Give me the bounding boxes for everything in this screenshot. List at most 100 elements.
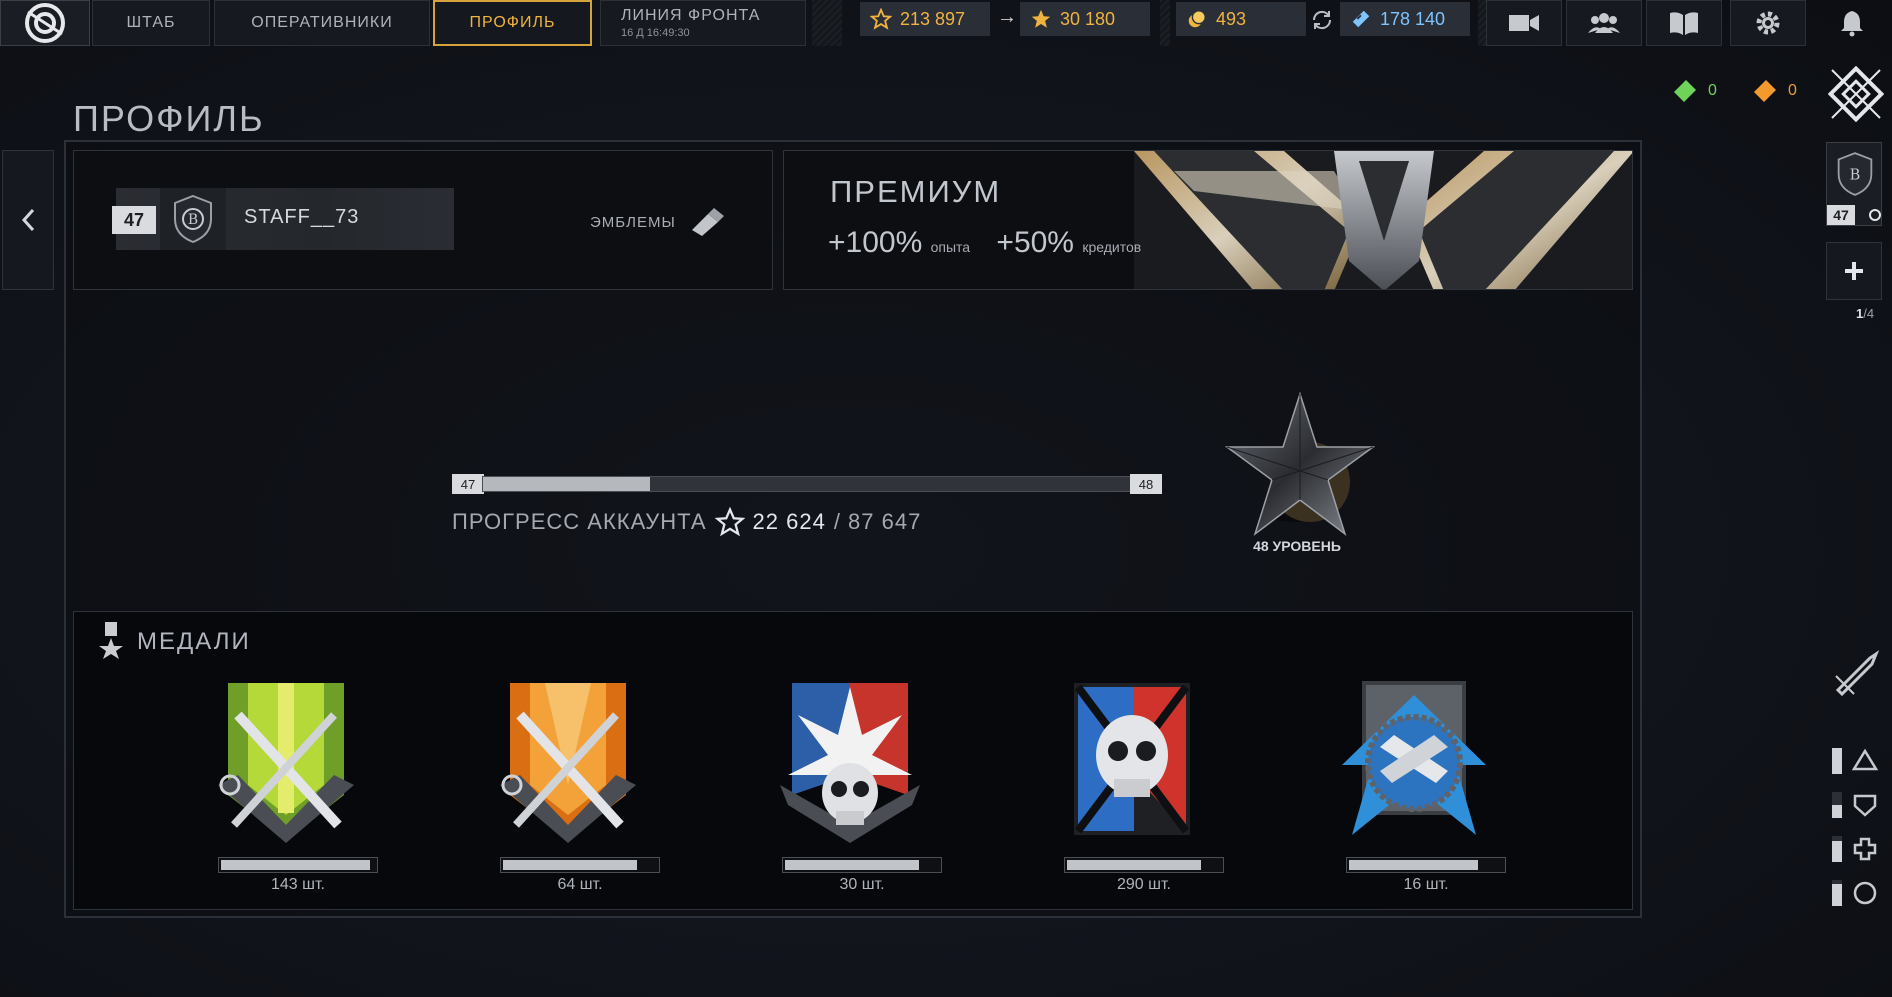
- tab-hq-label: ШТАБ: [126, 14, 176, 31]
- top-bar: ШТАБ ОПЕРАТИВНИКИ ПРОФИЛЬ ЛИНИЯ ФРОНТА 1…: [0, 0, 1892, 46]
- green-ticket-counter[interactable]: 0: [1672, 80, 1717, 102]
- credit-bonus: +50%: [996, 226, 1074, 259]
- loadout-button[interactable]: [1832, 650, 1880, 703]
- orange-ticket-value: 0: [1788, 82, 1797, 99]
- bell-icon: [1841, 11, 1863, 37]
- guide-button[interactable]: [1646, 0, 1722, 46]
- settings-button[interactable]: [1730, 0, 1806, 46]
- medal-count: 143 шт.: [271, 876, 325, 893]
- invite-party-button[interactable]: [1826, 242, 1882, 300]
- svg-text:B: B: [1850, 167, 1861, 183]
- premium-banner[interactable]: [783, 150, 1633, 290]
- medal-count: 30 шт.: [839, 876, 885, 893]
- medal-item[interactable]: 290 шт.: [1042, 675, 1224, 905]
- green-ticket-icon: [1674, 80, 1696, 102]
- next-level-label: 48 УРОВЕНЬ: [1253, 538, 1341, 554]
- medal-item[interactable]: 143 шт.: [196, 675, 378, 905]
- divider: [1160, 0, 1170, 46]
- handshake-medal-icon: [1342, 681, 1486, 835]
- triangle-class-icon[interactable]: [1851, 748, 1879, 777]
- skull-medal-icon: [780, 683, 920, 843]
- logo-icon: [25, 3, 65, 43]
- medal-count: 64 шт.: [557, 876, 603, 893]
- frontline-timer: 16 Д 16:49:30: [621, 27, 690, 39]
- medal-progress-bar: [1346, 857, 1506, 873]
- player-level-badge: 47: [112, 206, 156, 234]
- xp-bonus-unit: опыта: [930, 239, 971, 255]
- skull-medal-icon: [1074, 683, 1190, 835]
- orange-ticket-icon: [1754, 80, 1776, 102]
- tab-operatives[interactable]: ОПЕРАТИВНИКИ: [214, 0, 430, 46]
- coins-icon: [1186, 8, 1208, 30]
- progress-current: 22 624: [752, 509, 826, 534]
- exchange-icon[interactable]: [1310, 8, 1334, 37]
- premium-bonuses: +100% опыта +50% кредитов: [828, 226, 1159, 260]
- progress-label: ПРОГРЕСС АККАУНТА: [452, 509, 707, 534]
- progress-max: / 87 647: [833, 509, 922, 534]
- party-member-slot[interactable]: B 47: [1826, 142, 1882, 226]
- xp-bonus: +100%: [828, 226, 923, 259]
- tab-hq[interactable]: ШТАБ: [92, 0, 210, 46]
- clan-emblem-icon[interactable]: [1827, 65, 1885, 127]
- shield-class-icon[interactable]: [1852, 792, 1878, 823]
- arrow-right-icon: →: [997, 6, 1017, 28]
- medals-title: МЕДАЛИ: [137, 628, 251, 655]
- player-nickname: STAFF__73: [244, 206, 360, 228]
- svg-text:B: B: [188, 212, 198, 228]
- credits-icon: [1350, 8, 1372, 30]
- status-circle-icon: [1869, 209, 1881, 221]
- tab-profile[interactable]: ПРОФИЛЬ: [433, 0, 592, 46]
- coins-counter[interactable]: 493: [1176, 2, 1306, 36]
- stars-counter[interactable]: 30 180: [1020, 2, 1150, 36]
- next-level-star-icon: [1225, 392, 1375, 537]
- friends-button[interactable]: [1566, 0, 1642, 46]
- tab-frontline[interactable]: ЛИНИЯ ФРОНТА 16 Д 16:49:30: [600, 0, 806, 46]
- video-icon: [1509, 15, 1539, 31]
- medal-progress-bar: [1064, 857, 1224, 873]
- credits-value: 178 140: [1380, 8, 1446, 29]
- shield-emblem-icon: B: [174, 194, 212, 244]
- class-indicator: [1832, 748, 1842, 774]
- tab-profile-label: ПРОФИЛЬ: [469, 14, 556, 31]
- medic-cross-class-icon[interactable]: [1852, 836, 1878, 867]
- account-progress: ПРОГРЕСС АККАУНТА 22 624 / 87 647: [452, 507, 921, 537]
- credit-bonus-unit: кредитов: [1082, 239, 1142, 255]
- player-level: 47: [123, 209, 145, 230]
- progress-from-level: 47: [452, 474, 484, 494]
- party-member-level: 47: [1827, 205, 1855, 225]
- green-ticket-value: 0: [1708, 82, 1717, 99]
- friends-icon: [1588, 13, 1620, 33]
- stars-value: 30 180: [1060, 8, 1116, 29]
- class-indicator: [1832, 836, 1842, 862]
- progress-fill: [483, 477, 650, 491]
- medal-count: 290 шт.: [1117, 876, 1171, 893]
- medal-progress-bar: [782, 857, 942, 873]
- notifications-button[interactable]: [1814, 0, 1890, 46]
- class-indicator: [1832, 792, 1842, 818]
- player-emblem: B: [160, 188, 226, 250]
- medal-item[interactable]: 64 шт.: [478, 675, 660, 905]
- emblems-button[interactable]: ЭМБЛЕМЫ: [590, 208, 724, 236]
- medal-progress-bar: [500, 857, 660, 873]
- video-button[interactable]: [1486, 0, 1562, 46]
- main-menu-button[interactable]: [0, 0, 90, 46]
- xp-counter[interactable]: 213 897: [860, 2, 990, 36]
- medic-medal-icon: [218, 683, 354, 843]
- orange-ticket-counter[interactable]: 0: [1752, 80, 1797, 102]
- gear-icon: [1756, 11, 1780, 35]
- book-icon: [1670, 12, 1698, 36]
- star-icon: [1030, 8, 1052, 30]
- coins-value: 493: [1216, 8, 1247, 29]
- medal-item[interactable]: 30 шт.: [760, 675, 942, 905]
- medal-count: 16 шт.: [1403, 876, 1449, 893]
- medal-item[interactable]: 16 шт.: [1324, 675, 1506, 905]
- tab-operatives-label: ОПЕРАТИВНИКИ: [251, 14, 393, 31]
- progress-to-level: 48: [1130, 474, 1162, 494]
- credits-counter[interactable]: 178 140: [1340, 2, 1470, 36]
- shield-emblem-icon: B: [1837, 152, 1873, 196]
- premium-wings-icon: [1134, 151, 1632, 289]
- back-button[interactable]: [2, 150, 54, 290]
- circle-class-icon[interactable]: [1852, 880, 1878, 911]
- emblems-label: ЭМБЛЕМЫ: [590, 213, 676, 231]
- party-size: 1/4: [1856, 306, 1874, 321]
